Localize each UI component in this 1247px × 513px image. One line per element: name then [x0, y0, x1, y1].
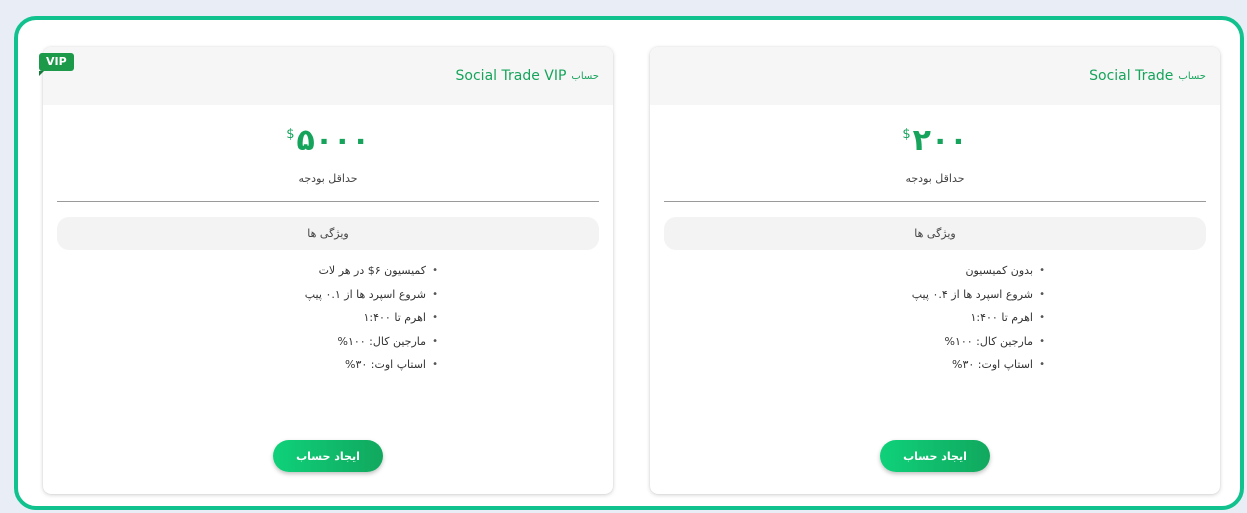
feature-text: استاپ اوت: ۳۰%	[344, 358, 426, 371]
bullet-icon: •	[1039, 288, 1045, 300]
feature-item: • شروع اسپرد ها از ۰.۱ پیپ	[218, 283, 438, 307]
vip-badge: VIP	[39, 53, 74, 76]
features-title: ویژگی ها	[57, 217, 599, 250]
card-header-prefix: حساب	[1178, 70, 1206, 82]
card-header: حساب Social Trade VIP	[43, 47, 613, 105]
feature-text: شروع اسپرد ها از ۰.۱ پیپ	[304, 287, 426, 301]
price-currency: $	[902, 127, 911, 142]
divider	[664, 201, 1206, 202]
card-title: Social Trade VIP	[455, 68, 567, 84]
bullet-icon: •	[1039, 265, 1045, 276]
bullet-icon: •	[432, 359, 438, 370]
features-list: • کمیسیون ۶$ در هر لات • شروع اسپرد ها از …	[218, 259, 438, 377]
price: $۲۰۰	[650, 123, 1220, 158]
feature-text: بدون کمیسیون	[965, 264, 1033, 277]
feature-item: • استاپ اوت: ۳۰%	[825, 353, 1045, 377]
feature-text: مارجین کال: ۱۰۰%	[944, 334, 1033, 348]
feature-item: • اهرم تا ۱:۴۰۰	[825, 306, 1046, 330]
card-header-prefix: حساب	[571, 70, 599, 82]
feature-item: • اهرم تا ۱:۴۰۰	[218, 306, 439, 330]
feature-text: اهرم تا ۱:۴۰۰	[363, 311, 427, 324]
price-currency: $	[286, 127, 295, 142]
divider	[57, 201, 599, 202]
pricing-frame: VIP حساب Social Trade VIP $۵۰۰۰ حداقل بو…	[14, 16, 1244, 510]
bullet-icon: •	[432, 288, 438, 300]
feature-item: • بدون کمیسیون	[825, 259, 1045, 283]
feature-text: شروع اسپرد ها از ۰.۴ پیپ	[911, 287, 1033, 301]
price-amount: ۵۰۰۰	[296, 123, 370, 158]
features-list: • بدون کمیسیون • شروع اسپرد ها از ۰.۴ پیپ …	[825, 259, 1045, 377]
price: $۵۰۰۰	[43, 123, 613, 158]
feature-item: • مارجین کال: ۱۰۰%	[218, 330, 438, 354]
price-amount: ۲۰۰	[912, 123, 968, 158]
create-account-button[interactable]: ایجاد حساب	[880, 440, 990, 472]
bullet-icon: •	[1039, 359, 1045, 370]
bullet-icon: •	[1039, 335, 1045, 347]
bullet-icon: •	[1039, 312, 1045, 323]
bullet-icon: •	[432, 335, 438, 347]
feature-text: کمیسیون ۶$ در هر لات	[318, 264, 426, 277]
bullet-icon: •	[432, 265, 438, 276]
card-title: Social Trade	[1089, 68, 1174, 84]
min-budget-label: حداقل بودجه	[298, 172, 358, 185]
feature-item: • کمیسیون ۶$ در هر لات	[218, 259, 438, 283]
min-budget-label: حداقل بودجه	[905, 172, 965, 185]
card-header: حساب Social Trade	[650, 47, 1220, 105]
features-title: ویژگی ها	[664, 217, 1206, 250]
account-card-standard: حساب Social Trade $۲۰۰ حداقل بودجه ویژگی…	[650, 47, 1220, 494]
create-account-button[interactable]: ایجاد حساب	[273, 440, 383, 472]
feature-item: • مارجین کال: ۱۰۰%	[825, 330, 1045, 354]
feature-text: استاپ اوت: ۳۰%	[951, 358, 1033, 371]
feature-text: اهرم تا ۱:۴۰۰	[970, 311, 1034, 324]
account-card-vip: VIP حساب Social Trade VIP $۵۰۰۰ حداقل بو…	[39, 47, 613, 494]
feature-text: مارجین کال: ۱۰۰%	[337, 334, 426, 348]
feature-item: • استاپ اوت: ۳۰%	[218, 353, 438, 377]
feature-item: • شروع اسپرد ها از ۰.۴ پیپ	[825, 283, 1045, 307]
bullet-icon: •	[432, 312, 438, 323]
